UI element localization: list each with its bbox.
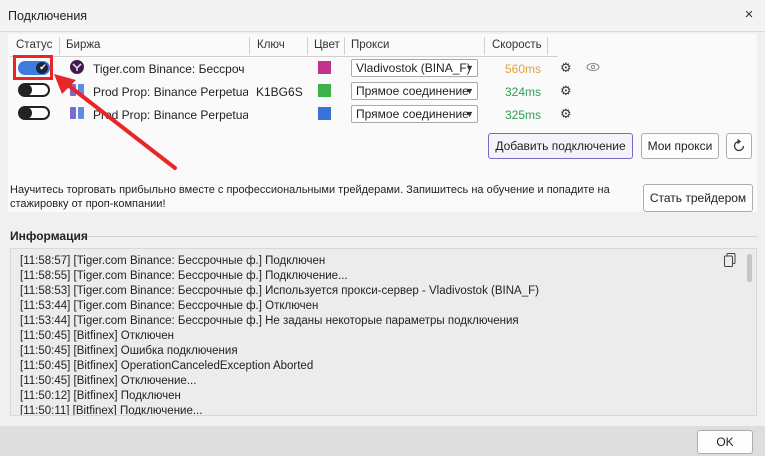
window-title: Подключения: [8, 9, 88, 23]
header-proxy[interactable]: Прокси: [351, 39, 389, 51]
log-line: [11:53:44] [Tiger.com Binance: Бессрочны…: [20, 315, 519, 327]
gear-icon[interactable]: ⚙: [560, 83, 572, 99]
toggle-knob: [20, 107, 32, 119]
info-title: Информация: [10, 229, 88, 243]
annotation-arrow-icon: [54, 74, 177, 170]
header-status[interactable]: Статус: [16, 39, 52, 51]
header-separator: [547, 37, 548, 55]
header-separator: [249, 37, 250, 55]
header-speed[interactable]: Скорость: [492, 39, 542, 51]
color-swatch-row-3[interactable]: [318, 107, 331, 120]
add-connection-button[interactable]: Добавить подключение: [488, 133, 633, 159]
log-line: [11:50:45] [Bitfinex] Ошибка подключения: [20, 345, 238, 357]
chevron-down-icon: ▼: [465, 63, 474, 73]
highlight-box: [13, 55, 53, 80]
header-separator: [484, 37, 485, 55]
refresh-button[interactable]: [726, 133, 752, 159]
speed-row-2: 324ms: [505, 85, 542, 99]
eye-icon[interactable]: [586, 62, 600, 72]
log-line: [11:50:45] [Bitfinex] OperationCanceledE…: [20, 360, 314, 372]
speed-row-1: 560ms: [505, 62, 542, 76]
log-line: [11:58:55] [Tiger.com Binance: Бессрочны…: [20, 270, 348, 282]
header-key[interactable]: Ключ: [257, 39, 285, 51]
gear-icon[interactable]: ⚙: [560, 106, 572, 122]
proxy-select-row-2[interactable]: Прямое соединение ▼: [351, 82, 478, 100]
key-row-2: K1BG6S: [256, 85, 303, 99]
refresh-icon: [733, 138, 745, 152]
chevron-down-icon: ▼: [465, 86, 474, 96]
title-bar: [0, 0, 765, 32]
speed-row-3: 325ms: [505, 108, 542, 122]
log-line: [11:58:53] [Tiger.com Binance: Бессрочны…: [20, 285, 539, 297]
header-separator: [59, 37, 60, 55]
proxy-select-value: Прямое соединение: [356, 107, 469, 121]
chevron-down-icon: ▼: [465, 109, 474, 119]
header-divider: [10, 56, 558, 57]
info-divider: [88, 236, 757, 237]
dialog-footer: [0, 426, 765, 456]
log-line: [11:58:57] [Tiger.com Binance: Бессрочны…: [20, 255, 326, 267]
log-line: [11:50:11] [Bitfinex] Подключение...: [20, 405, 203, 416]
my-proxies-button[interactable]: Мои прокси: [641, 133, 719, 159]
proxy-select-value: Прямое соединение: [356, 84, 469, 98]
copy-icon[interactable]: [724, 253, 736, 267]
header-separator: [344, 37, 345, 55]
log-line: [11:50:45] [Bitfinex] Отключение...: [20, 375, 197, 387]
status-toggle-row-3[interactable]: [18, 106, 50, 120]
color-swatch-row-2[interactable]: [318, 84, 331, 97]
gear-icon[interactable]: ⚙: [560, 60, 572, 76]
become-trader-button[interactable]: Стать трейдером: [643, 184, 753, 212]
proxy-select-row-3[interactable]: Прямое соединение ▼: [351, 105, 478, 123]
log-line: [11:53:44] [Tiger.com Binance: Бессрочны…: [20, 300, 319, 312]
log-scrollbar[interactable]: [747, 254, 752, 282]
proxy-select-value: Vladivostok (BINA_F): [356, 61, 471, 75]
promo-text: Научитесь торговать прибыльно вместе с п…: [10, 184, 610, 210]
log-line: [11:50:12] [Bitfinex] Подключен: [20, 390, 181, 402]
log-line: [11:50:45] [Bitfinex] Отключен: [20, 330, 174, 342]
header-separator: [307, 37, 308, 55]
toggle-knob: [20, 84, 32, 96]
close-icon[interactable]: ×: [741, 6, 757, 24]
ok-button[interactable]: OK: [697, 430, 753, 454]
header-exchange[interactable]: Биржа: [66, 39, 100, 51]
status-toggle-row-2[interactable]: [18, 83, 50, 97]
header-color[interactable]: Цвет: [314, 39, 340, 51]
log-panel[interactable]: [11:58:57] [Tiger.com Binance: Бессрочны…: [10, 248, 757, 416]
color-swatch-row-1[interactable]: [318, 61, 331, 74]
proxy-select-row-1[interactable]: Vladivostok (BINA_F) ▼: [351, 59, 478, 77]
